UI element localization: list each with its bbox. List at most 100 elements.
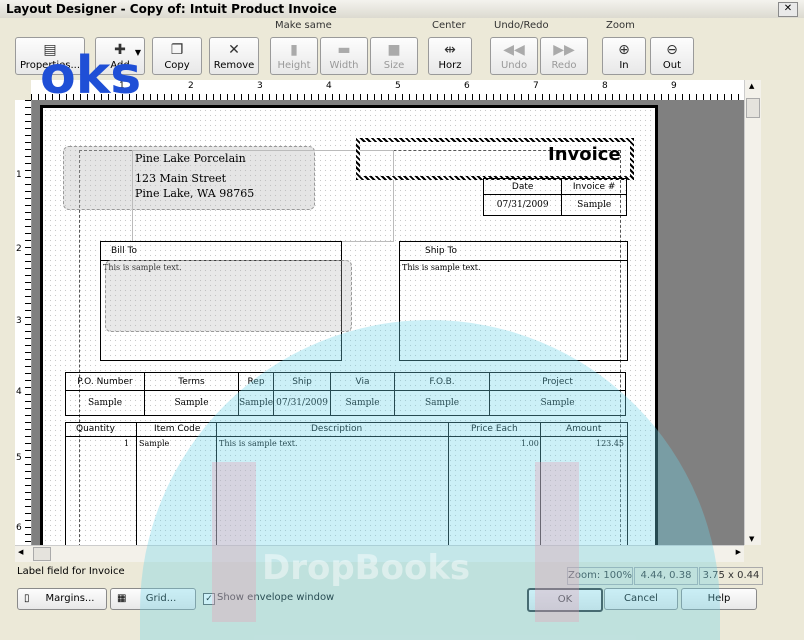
size-readout: 3.75 x 0.44	[699, 567, 763, 585]
items-col-line	[540, 423, 541, 545]
ruler-mark: 4	[326, 81, 332, 91]
chevron-down-icon: ▼	[134, 48, 141, 57]
help-button[interactable]: Help	[681, 588, 757, 610]
scroll-down-icon[interactable]: ▼	[749, 535, 754, 543]
address-line1[interactable]: 123 Main Street	[135, 172, 226, 185]
center-group-label: Center	[432, 20, 466, 31]
info-value: 07/31/2009	[273, 390, 332, 416]
zoom-out-button[interactable]: ⊖ Out	[650, 37, 694, 75]
add-button[interactable]: ✚ Add ▼	[95, 37, 145, 75]
info-value: Sample	[394, 390, 491, 416]
invoice-title[interactable]: Invoice	[548, 144, 621, 165]
info-value: Sample	[65, 390, 145, 416]
grid-icon: ▦	[117, 593, 127, 604]
properties-label: Properties...	[19, 60, 81, 71]
window-title: Layout Designer - Copy of: Intuit Produc…	[6, 2, 337, 16]
ruler-mark: 8	[602, 81, 608, 91]
horizontal-ruler: 1 2 3 4 5 6 7 8 9	[31, 80, 744, 101]
date-invoice-table[interactable]: Date Invoice # 07/31/2009 Sample	[482, 178, 627, 216]
items-header-line	[66, 436, 627, 437]
margins-icon: ▯	[24, 593, 30, 604]
vertical-scrollbar[interactable]: ▲ ▼	[744, 80, 761, 545]
ok-button[interactable]: OK	[527, 588, 603, 612]
width-button[interactable]: ▬ Width	[320, 37, 368, 75]
center-horz-button[interactable]: ⇹ Horz	[428, 37, 472, 75]
size-label: Size	[383, 60, 405, 71]
remove-label: Remove	[213, 60, 255, 71]
redo-label: Redo	[551, 60, 577, 71]
horz-label: Horz	[438, 60, 462, 71]
item-header: Quantity	[76, 424, 115, 434]
bill-to-header: Bill To	[101, 242, 341, 261]
ruler-mark: 2	[188, 81, 194, 91]
item-header: Price Each	[471, 424, 518, 434]
copy-label: Copy	[164, 60, 190, 71]
toolbar: ▤ Properties... ✚ Add ▼ ❐ Copy ✕ Remove …	[0, 18, 804, 78]
zoom-in-icon: ⊕	[618, 42, 630, 58]
center-horizontal-icon: ⇹	[444, 42, 456, 58]
margins-button[interactable]: ▯ Margins...	[17, 588, 107, 610]
size-button[interactable]: ■ Size	[370, 37, 418, 75]
ruler-mark: 5	[16, 453, 22, 463]
zoom-in-button[interactable]: ⊕ In	[602, 37, 646, 75]
ship-to-text: This is sample text.	[402, 263, 481, 272]
ship-to-header: Ship To	[400, 242, 627, 261]
zoom-readout: Zoom: 100%	[567, 567, 633, 585]
ruler-mark: 3	[257, 81, 263, 91]
show-envelope-label[interactable]: Show envelope window	[217, 592, 334, 603]
zoom-out-label: Out	[662, 60, 682, 71]
item-cell: 1	[124, 439, 130, 448]
scroll-up-icon[interactable]: ▲	[749, 82, 754, 90]
address-line2[interactable]: Pine Lake, WA 98765	[135, 187, 254, 200]
ruler-mark: 3	[16, 316, 22, 326]
redo-icon: ▶▶	[553, 42, 575, 58]
grid-button[interactable]: ▦ Grid...	[110, 588, 196, 610]
title-bar: Layout Designer - Copy of: Intuit Produc…	[0, 0, 804, 19]
info-header: Project	[489, 372, 626, 391]
vertical-scroll-thumb[interactable]	[746, 98, 760, 118]
item-cell: 1.00	[521, 439, 539, 448]
invoice-page[interactable]: Pine Lake Porcelain 123 Main Street Pine…	[40, 105, 658, 545]
zoom-in-label: In	[619, 60, 629, 71]
info-table[interactable]: P.O. Number Terms Rep Ship Via F.O.B. Pr…	[65, 372, 626, 416]
cancel-button[interactable]: Cancel	[604, 588, 678, 610]
redo-button[interactable]: ▶▶ Redo	[540, 37, 588, 75]
make-same-group-label: Make same	[275, 20, 332, 31]
item-cell: 123.45	[596, 439, 624, 448]
undo-button[interactable]: ◀◀ Undo	[490, 37, 538, 75]
copy-button[interactable]: ❐ Copy	[152, 37, 202, 75]
info-header: Via	[330, 372, 396, 391]
properties-button[interactable]: ▤ Properties...	[15, 37, 85, 75]
size-icon: ■	[387, 42, 401, 58]
grid-label: Grid...	[145, 593, 177, 604]
invoice-no-header: Invoice #	[561, 178, 627, 195]
add-label: Add	[110, 60, 130, 71]
items-col-line	[448, 423, 449, 545]
scroll-left-icon[interactable]: ◀	[18, 548, 23, 556]
items-col-line	[136, 423, 137, 545]
company-name[interactable]: Pine Lake Porcelain	[135, 152, 246, 165]
info-header: P.O. Number	[65, 372, 145, 391]
bill-to-placeholder	[105, 260, 352, 332]
properties-icon: ▤	[43, 42, 57, 58]
items-col-line	[216, 423, 217, 545]
close-button[interactable]: ✕	[778, 2, 798, 17]
margins-label: Margins...	[45, 593, 95, 604]
horizontal-scrollbar[interactable]: ◀ ▶	[15, 545, 744, 562]
remove-button[interactable]: ✕ Remove	[209, 37, 259, 75]
ruler-mark: 6	[464, 81, 470, 91]
undo-icon: ◀◀	[503, 42, 525, 58]
info-value: Sample	[144, 390, 239, 416]
show-envelope-checkbox[interactable]: ✓	[203, 593, 215, 605]
items-table[interactable]: Quantity Item Code Description Price Eac…	[65, 422, 628, 545]
zoom-group-label: Zoom	[606, 20, 635, 31]
horizontal-scroll-thumb[interactable]	[33, 547, 51, 561]
scroll-right-icon[interactable]: ▶	[736, 548, 741, 556]
design-canvas[interactable]: Pine Lake Porcelain 123 Main Street Pine…	[32, 100, 744, 545]
height-label: Height	[277, 60, 311, 71]
item-header: Description	[311, 424, 363, 434]
ruler-mark: 4	[16, 387, 22, 397]
height-button[interactable]: ▮ Height	[270, 37, 318, 75]
height-icon: ▮	[290, 42, 298, 58]
ship-to-box[interactable]: Ship To This is sample text.	[399, 241, 628, 361]
